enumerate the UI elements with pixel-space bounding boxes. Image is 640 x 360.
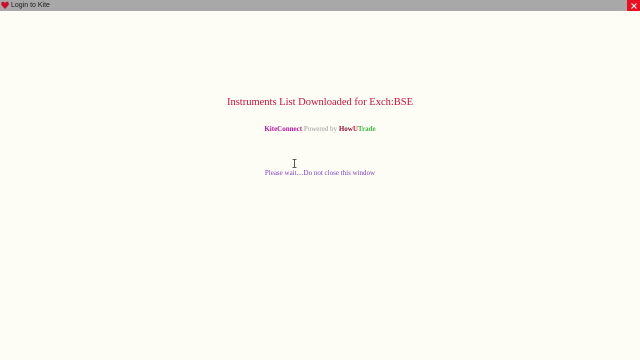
howutrade-trade: Trade: [357, 125, 376, 133]
wait-message: Please wait....Do not close this window: [264, 169, 376, 177]
login-window: Login to Kite Instruments List Downloade…: [0, 0, 640, 360]
powered-by-text: Powered by: [302, 125, 339, 133]
status-heading: Instruments List Downloaded for Exch:BSE: [226, 97, 414, 108]
powered-by-line: KiteConnect Powered by HowUTrade: [0, 124, 640, 134]
heart-icon: [1, 1, 9, 9]
title-bar[interactable]: Login to Kite: [0, 0, 640, 11]
window-title: Login to Kite: [11, 2, 50, 9]
text-cursor-icon: [292, 159, 297, 168]
content-area: Instruments List Downloaded for Exch:BSE…: [0, 11, 640, 360]
kiteconnect-brand: KiteConnect: [264, 125, 303, 133]
close-icon: [630, 2, 637, 9]
close-button[interactable]: [627, 0, 640, 11]
howutrade-how: How: [338, 125, 353, 133]
